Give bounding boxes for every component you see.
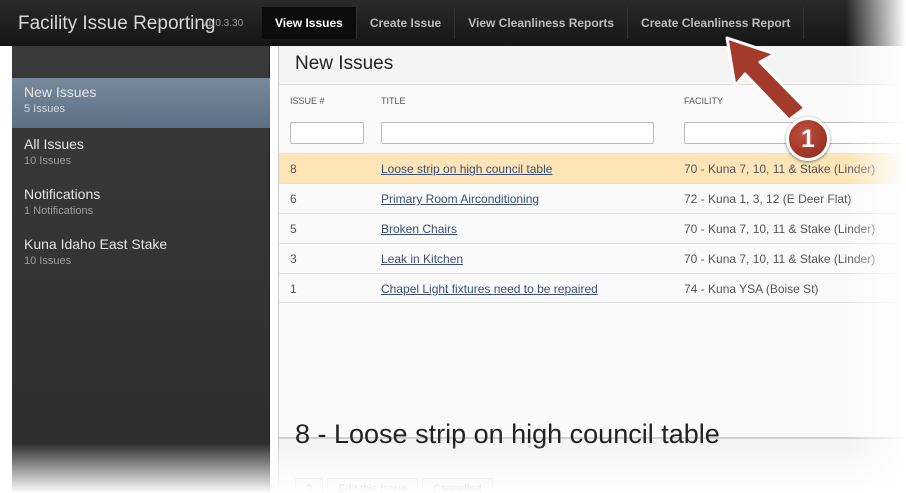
cancelled-button[interactable]: Cancelled [421,478,493,493]
issue-facility: 72 - Kuna 1, 3, 12 (E Deer Flat) [684,192,852,206]
table-row[interactable]: 6 Primary Room Airconditioning 72 - Kuna… [279,183,906,213]
issue-number: 6 [290,192,297,206]
issue-number: 1 [290,282,297,296]
table-row[interactable]: 5 Broken Chairs 70 - Kuna 7, 10, 11 & St… [279,213,906,243]
sidebar-item-count: 10 Issues [24,255,72,267]
app-version: v1.0.3.30 [202,18,244,29]
issue-title-link[interactable]: Loose strip on high council table [381,162,552,176]
sidebar-item-label: New Issues [24,84,97,100]
edit-issue-button[interactable]: Edit this Issue [327,478,418,493]
sidebar: New Issues 5 Issues All Issues 10 Issues… [12,46,270,493]
sidebar-item-count: 1 Notifications [24,205,94,217]
column-header-issue[interactable]: ISSUE # [290,96,325,106]
sidebar-item-label: All Issues [24,136,84,152]
issue-facility: 74 - Kuna YSA (Boise St) [684,282,819,296]
table-row[interactable]: 3 Leak in Kitchen 70 - Kuna 7, 10, 11 & … [279,243,906,273]
issue-title-link[interactable]: Broken Chairs [381,222,457,236]
column-header-title[interactable]: TITLE [381,96,406,106]
issue-title-link[interactable]: Primary Room Airconditioning [381,192,539,206]
tab-view-issues[interactable]: View Issues [262,7,357,39]
tab-create-issue[interactable]: Create Issue [357,7,456,39]
sidebar-item-count: 10 Issues [24,155,72,167]
sidebar-item-label: Notifications [24,186,101,202]
sidebar-item-new-issues[interactable]: New Issues 5 Issues [12,78,270,128]
tab-view-cleanliness-reports[interactable]: View Cleanliness Reports [455,7,629,39]
issue-number: 3 [290,252,297,266]
sidebar-item-all-issues[interactable]: All Issues 10 Issues [12,130,270,180]
issue-title-link[interactable]: Leak in Kitchen [381,252,463,266]
sidebar-item-label: Kuna Idaho East Stake [24,236,168,252]
detail-toolbar: ? Edit this Issue Cancelled [295,478,493,493]
table-row[interactable]: 1 Chapel Light fixtures need to be repai… [279,273,906,303]
app-title: Facility Issue Reporting [18,13,216,34]
sidebar-item-notifications[interactable]: Notifications 1 Notifications [12,180,270,230]
issue-facility: 70 - Kuna 7, 10, 11 & Stake (Linder) [684,222,876,236]
annotation-arrow-icon [725,36,807,120]
sidebar-item-count: 5 Issues [24,103,65,115]
annotation-badge: 1 [786,117,830,161]
page-title: New Issues [295,53,394,74]
issue-filter-input[interactable] [290,122,364,144]
sidebar-item-kuna-idaho-east-stake[interactable]: Kuna Idaho East Stake 10 Issues [12,230,270,280]
issue-facility: 70 - Kuna 7, 10, 11 & Stake (Linder) [684,252,876,266]
issue-facility: 70 - Kuna 7, 10, 11 & Stake (Linder) [684,162,876,176]
issue-number: 8 [290,162,297,176]
issue-detail-title: 8 - Loose strip on high council table [295,419,720,449]
issue-title-link[interactable]: Chapel Light fixtures need to be repaire… [381,282,598,296]
help-button[interactable]: ? [295,478,324,493]
issue-number: 5 [290,222,297,236]
title-filter-input[interactable] [381,122,654,144]
